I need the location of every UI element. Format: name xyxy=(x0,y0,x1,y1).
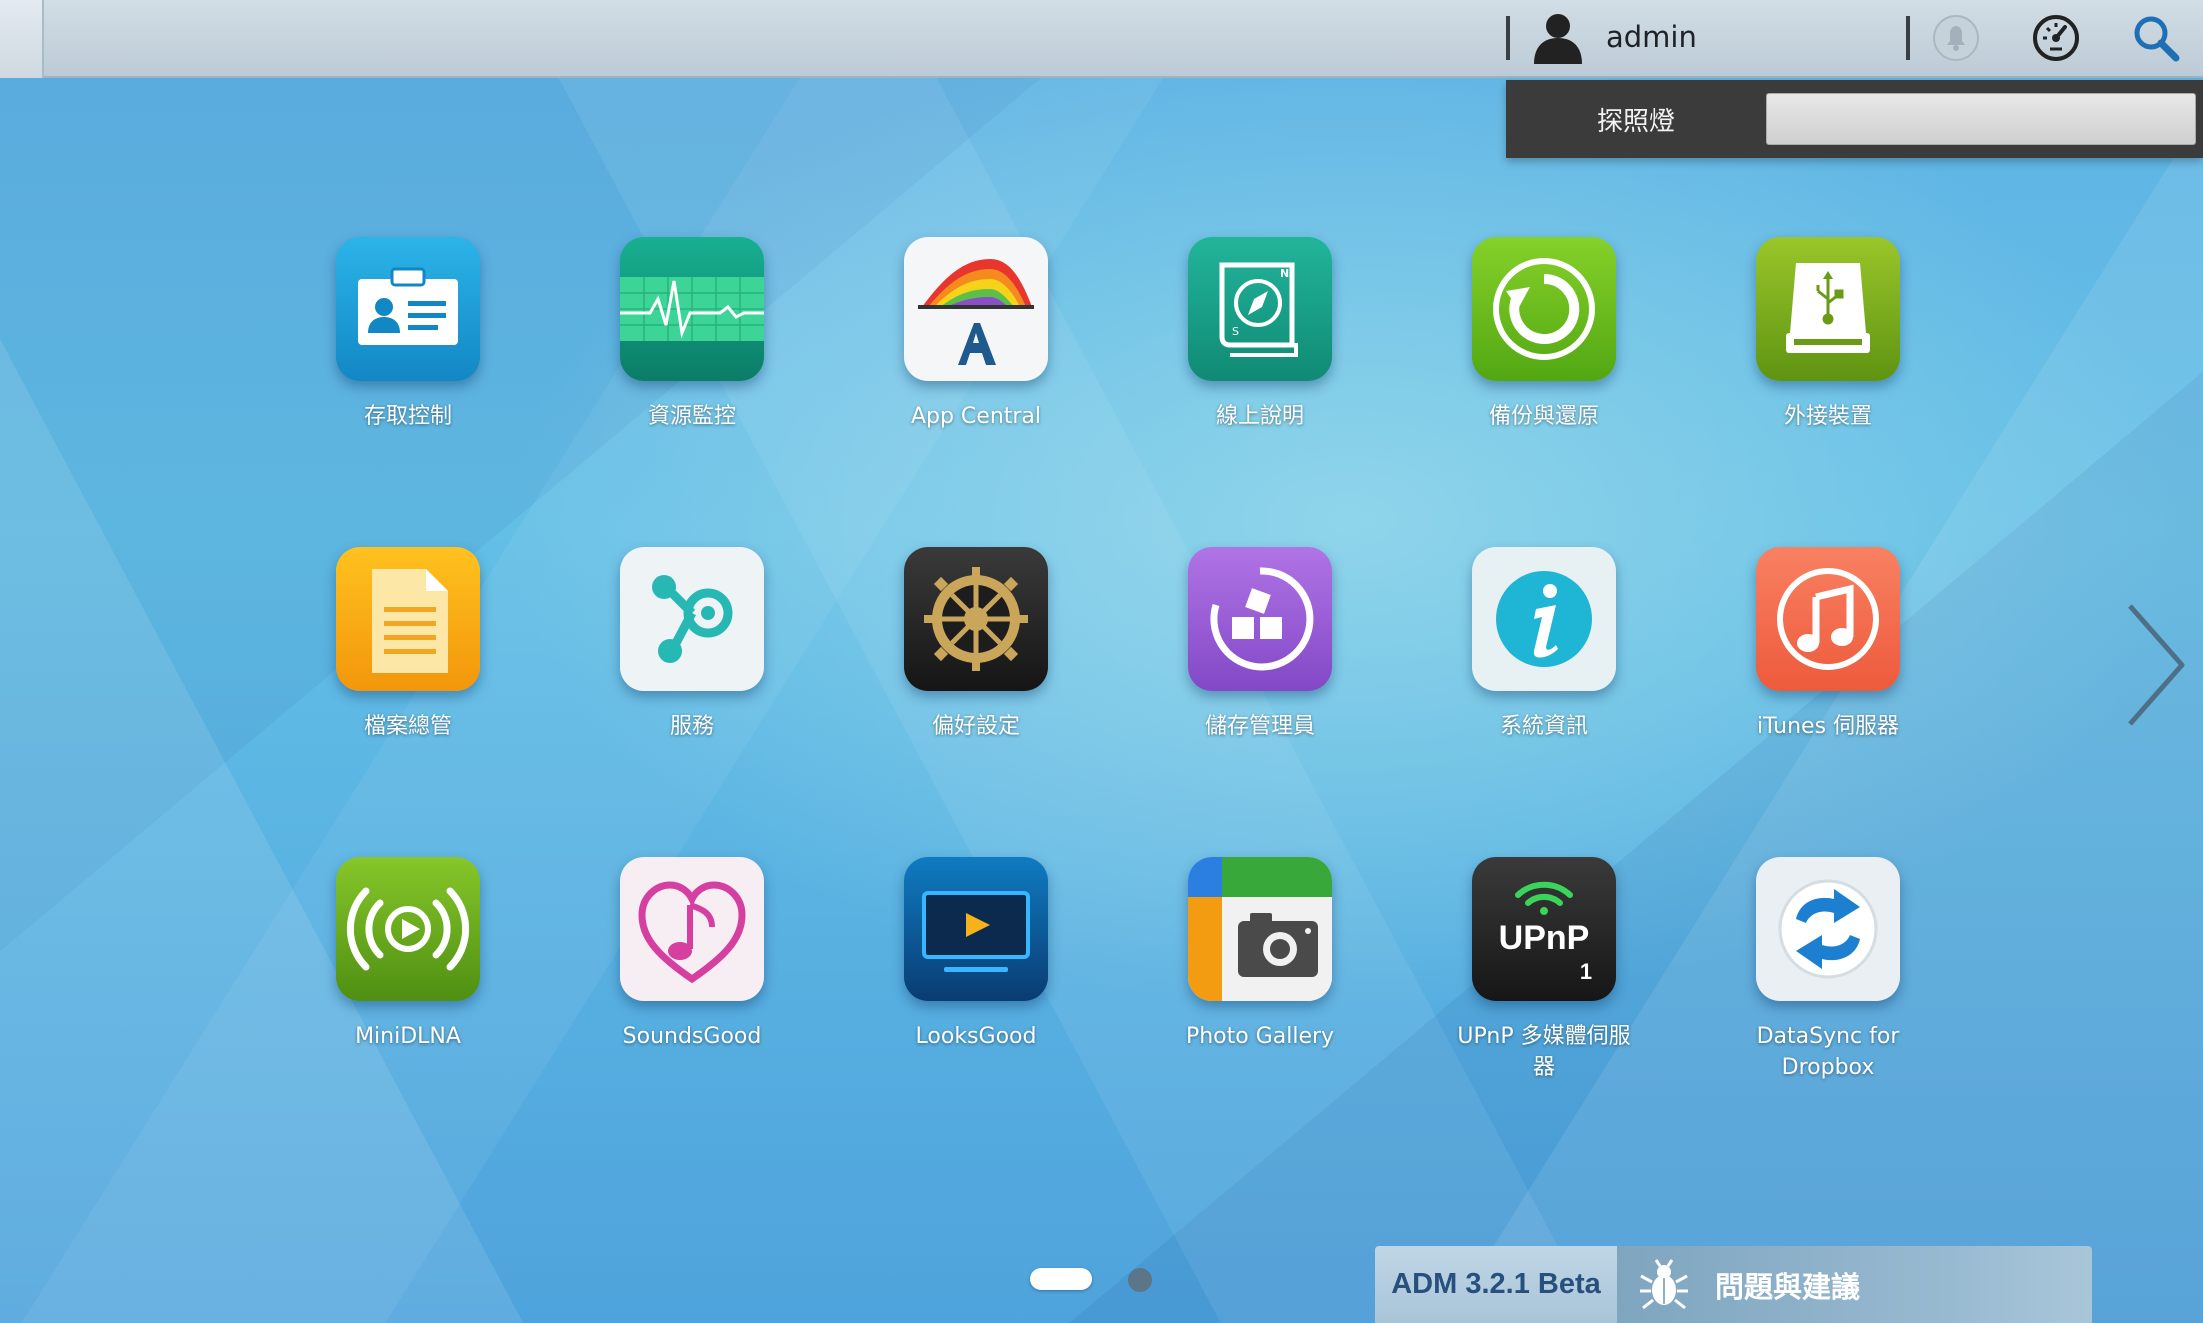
svg-text:N: N xyxy=(1280,267,1289,280)
top-bar: admin xyxy=(0,0,2203,78)
page-indicator[interactable] xyxy=(1128,1268,1152,1292)
app-label: UPnP 多媒體伺服器 xyxy=(1457,1024,1631,1080)
app-storage-manager[interactable]: 儲存管理員 xyxy=(1130,547,1390,742)
feedback-label: 問題與建議 xyxy=(1715,1269,1861,1304)
app-system-info[interactable]: 系統資訊 xyxy=(1414,547,1674,742)
app-resource-monitor[interactable]: 資源監控 xyxy=(562,237,822,432)
app-app-central[interactable]: App Central xyxy=(846,237,1106,432)
external-device-icon[interactable] xyxy=(1756,237,1900,381)
upnp-icon[interactable]: UPnP 1 xyxy=(1472,857,1616,1001)
feedback-button[interactable]: 問題與建議 xyxy=(1617,1246,2092,1323)
resource-monitor-icon[interactable] xyxy=(620,237,764,381)
app-preferences[interactable]: 偏好設定 xyxy=(846,547,1106,742)
app-label: iTunes 伺服器 xyxy=(1756,714,1900,739)
app-datasync-dropbox[interactable]: DataSync for Dropbox xyxy=(1698,857,1958,1083)
app-backup-restore[interactable]: 備份與還原 xyxy=(1414,237,1674,432)
app-label: 資源監控 xyxy=(647,404,736,429)
looksgood-icon[interactable] xyxy=(904,857,1048,1001)
soundsgood-icon[interactable] xyxy=(620,857,764,1001)
app-label: Photo Gallery xyxy=(1185,1024,1335,1049)
app-label: 儲存管理員 xyxy=(1204,714,1315,739)
minidlna-icon[interactable] xyxy=(336,857,480,1001)
app-looksgood[interactable]: LooksGood xyxy=(846,857,1106,1052)
access-control-icon[interactable] xyxy=(336,237,480,381)
topbar-separator xyxy=(1506,16,1510,60)
app-photo-gallery[interactable]: Photo Gallery xyxy=(1130,857,1390,1052)
upnp-badge-text: 1 xyxy=(1580,959,1592,984)
show-desktop-tab[interactable] xyxy=(0,0,44,78)
itunes-server-icon[interactable] xyxy=(1756,547,1900,691)
settings-gear-icon[interactable] xyxy=(904,547,1048,691)
app-label: 偏好設定 xyxy=(931,714,1020,739)
app-label: App Central xyxy=(910,404,1042,429)
spotlight-label: 探照燈 xyxy=(1596,106,1675,137)
spotlight-search: 探照燈 xyxy=(1506,80,2203,158)
dashboard-icon[interactable] xyxy=(2026,8,2086,68)
app-label: 外接裝置 xyxy=(1783,404,1872,429)
spotlight-input[interactable] xyxy=(1766,93,2196,145)
page-indicator-active[interactable] xyxy=(1030,1268,1092,1290)
app-label: LooksGood xyxy=(915,1024,1037,1049)
app-label: 存取控制 xyxy=(363,404,452,429)
app-label: 線上說明 xyxy=(1215,404,1304,429)
services-icon[interactable] xyxy=(620,547,764,691)
backup-restore-icon[interactable] xyxy=(1472,237,1616,381)
app-access-control[interactable]: 存取控制 xyxy=(278,237,538,432)
online-help-icon[interactable]: N S xyxy=(1188,237,1332,381)
app-upnp-media-server[interactable]: UPnP 1 UPnP 多媒體伺服器 xyxy=(1414,857,1674,1083)
app-online-help[interactable]: N S 線上說明 xyxy=(1130,237,1390,432)
app-minidlna[interactable]: MiniDLNA xyxy=(278,857,538,1052)
topbar-separator xyxy=(1906,16,1910,60)
app-label: MiniDLNA xyxy=(355,1024,461,1049)
adm-version-badge: ADM 3.2.1 Beta xyxy=(1375,1246,1617,1323)
app-external-device[interactable]: 外接裝置 xyxy=(1698,237,1958,432)
datasync-dropbox-icon[interactable] xyxy=(1756,857,1900,1001)
svg-text:S: S xyxy=(1232,325,1239,338)
app-services[interactable]: 服務 xyxy=(562,547,822,742)
app-central-icon[interactable] xyxy=(904,237,1048,381)
storage-manager-icon[interactable] xyxy=(1188,547,1332,691)
photo-gallery-icon[interactable] xyxy=(1188,857,1332,1001)
app-label: 服務 xyxy=(669,714,714,739)
app-soundsgood[interactable]: SoundsGood xyxy=(562,857,822,1052)
app-label: DataSync for Dropbox xyxy=(1756,1024,1900,1080)
system-info-icon[interactable] xyxy=(1472,547,1616,691)
user-icon[interactable] xyxy=(1530,10,1586,64)
username-label[interactable]: admin xyxy=(1606,20,1697,54)
upnp-logo-text: UPnP xyxy=(1499,919,1590,957)
notification-icon[interactable] xyxy=(1926,8,1986,68)
app-label: 系統資訊 xyxy=(1499,714,1588,739)
search-icon[interactable] xyxy=(2126,8,2186,68)
bug-icon xyxy=(1637,1258,1691,1312)
file-explorer-icon[interactable] xyxy=(336,547,480,691)
app-file-explorer[interactable]: 檔案總管 xyxy=(278,547,538,742)
app-label: 檔案總管 xyxy=(363,714,452,739)
app-label: SoundsGood xyxy=(622,1024,762,1049)
next-page-arrow-icon[interactable] xyxy=(2120,600,2190,730)
app-label: 備份與還原 xyxy=(1488,404,1599,429)
app-itunes-server[interactable]: iTunes 伺服器 xyxy=(1698,547,1958,742)
